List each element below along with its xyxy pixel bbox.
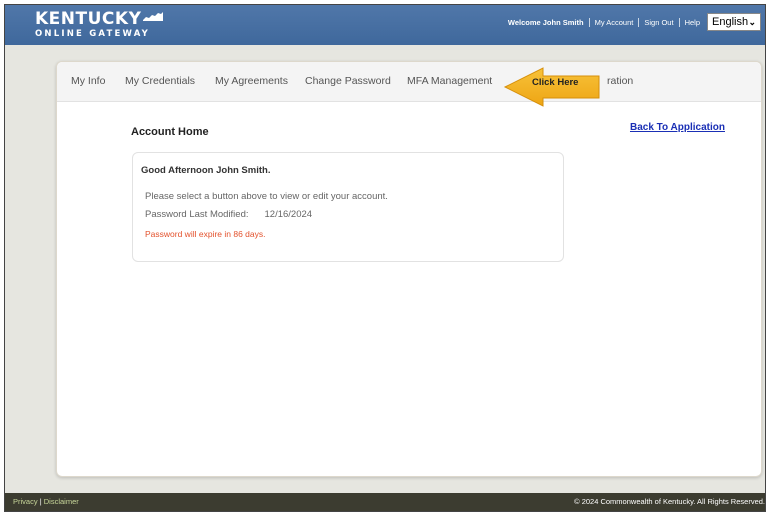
click-here-label: Click Here xyxy=(532,77,579,88)
tab-mfa-management[interactable]: MFA Management xyxy=(407,75,492,87)
kentucky-online-gateway-logo[interactable]: KENTUCKY ONLINE GATEWAY xyxy=(35,11,164,39)
account-tab-bar: My Info My Credentials My Agreements Cha… xyxy=(57,62,761,102)
disclaimer-link[interactable]: Disclaimer xyxy=(44,497,79,506)
state-shape-icon xyxy=(143,12,164,21)
browser-frame: KENTUCKY ONLINE GATEWAY Welcome John Smi… xyxy=(4,4,766,512)
my-account-link[interactable]: My Account xyxy=(590,18,639,27)
sign-out-link[interactable]: Sign Out xyxy=(639,18,678,27)
site-header: KENTUCKY ONLINE GATEWAY Welcome John Smi… xyxy=(5,5,765,45)
password-expiry-warning: Password will expire in 86 days. xyxy=(145,229,266,239)
tab-my-agreements[interactable]: My Agreements xyxy=(215,75,288,87)
chevron-down-icon: ⌄ xyxy=(748,16,756,27)
welcome-text: Welcome John Smith xyxy=(507,18,584,27)
back-to-application-link[interactable]: Back To Application xyxy=(630,122,725,133)
password-modified-label: Password Last Modified: xyxy=(145,209,249,220)
footer-separator: | xyxy=(39,497,42,506)
greeting-text: Good Afternoon John Smith. xyxy=(141,165,271,176)
language-select[interactable]: English ⌄ xyxy=(707,13,761,31)
copyright-text: © 2024 Commonwealth of Kentucky. All Rig… xyxy=(574,497,765,506)
account-summary-card: Good Afternoon John Smith. Please select… xyxy=(132,152,564,262)
tab-my-info[interactable]: My Info xyxy=(71,75,105,87)
tab-my-credentials[interactable]: My Credentials xyxy=(125,75,195,87)
password-modified-date: 12/16/2024 xyxy=(264,209,313,220)
logo-title: KENTUCKY xyxy=(35,9,142,29)
footer-links: Privacy | Disclaimer xyxy=(13,497,79,506)
tab-partially-covered[interactable]: ration xyxy=(607,75,633,87)
instruction-text: Please select a button above to view or … xyxy=(145,191,388,202)
help-link[interactable]: Help xyxy=(680,18,705,27)
site-footer: Privacy | Disclaimer © 2024 Commonwealth… xyxy=(5,493,765,511)
page-title: Account Home xyxy=(131,126,209,138)
password-modified-row: Password Last Modified: 12/16/2024 xyxy=(145,209,312,220)
top-nav: Welcome John Smith My Account Sign Out H… xyxy=(503,18,705,27)
language-value: English xyxy=(712,16,749,28)
tab-change-password[interactable]: Change Password xyxy=(305,75,391,87)
account-panel: My Info My Credentials My Agreements Cha… xyxy=(56,61,762,477)
logo-subtitle: ONLINE GATEWAY xyxy=(35,29,151,39)
privacy-link[interactable]: Privacy xyxy=(13,497,38,506)
